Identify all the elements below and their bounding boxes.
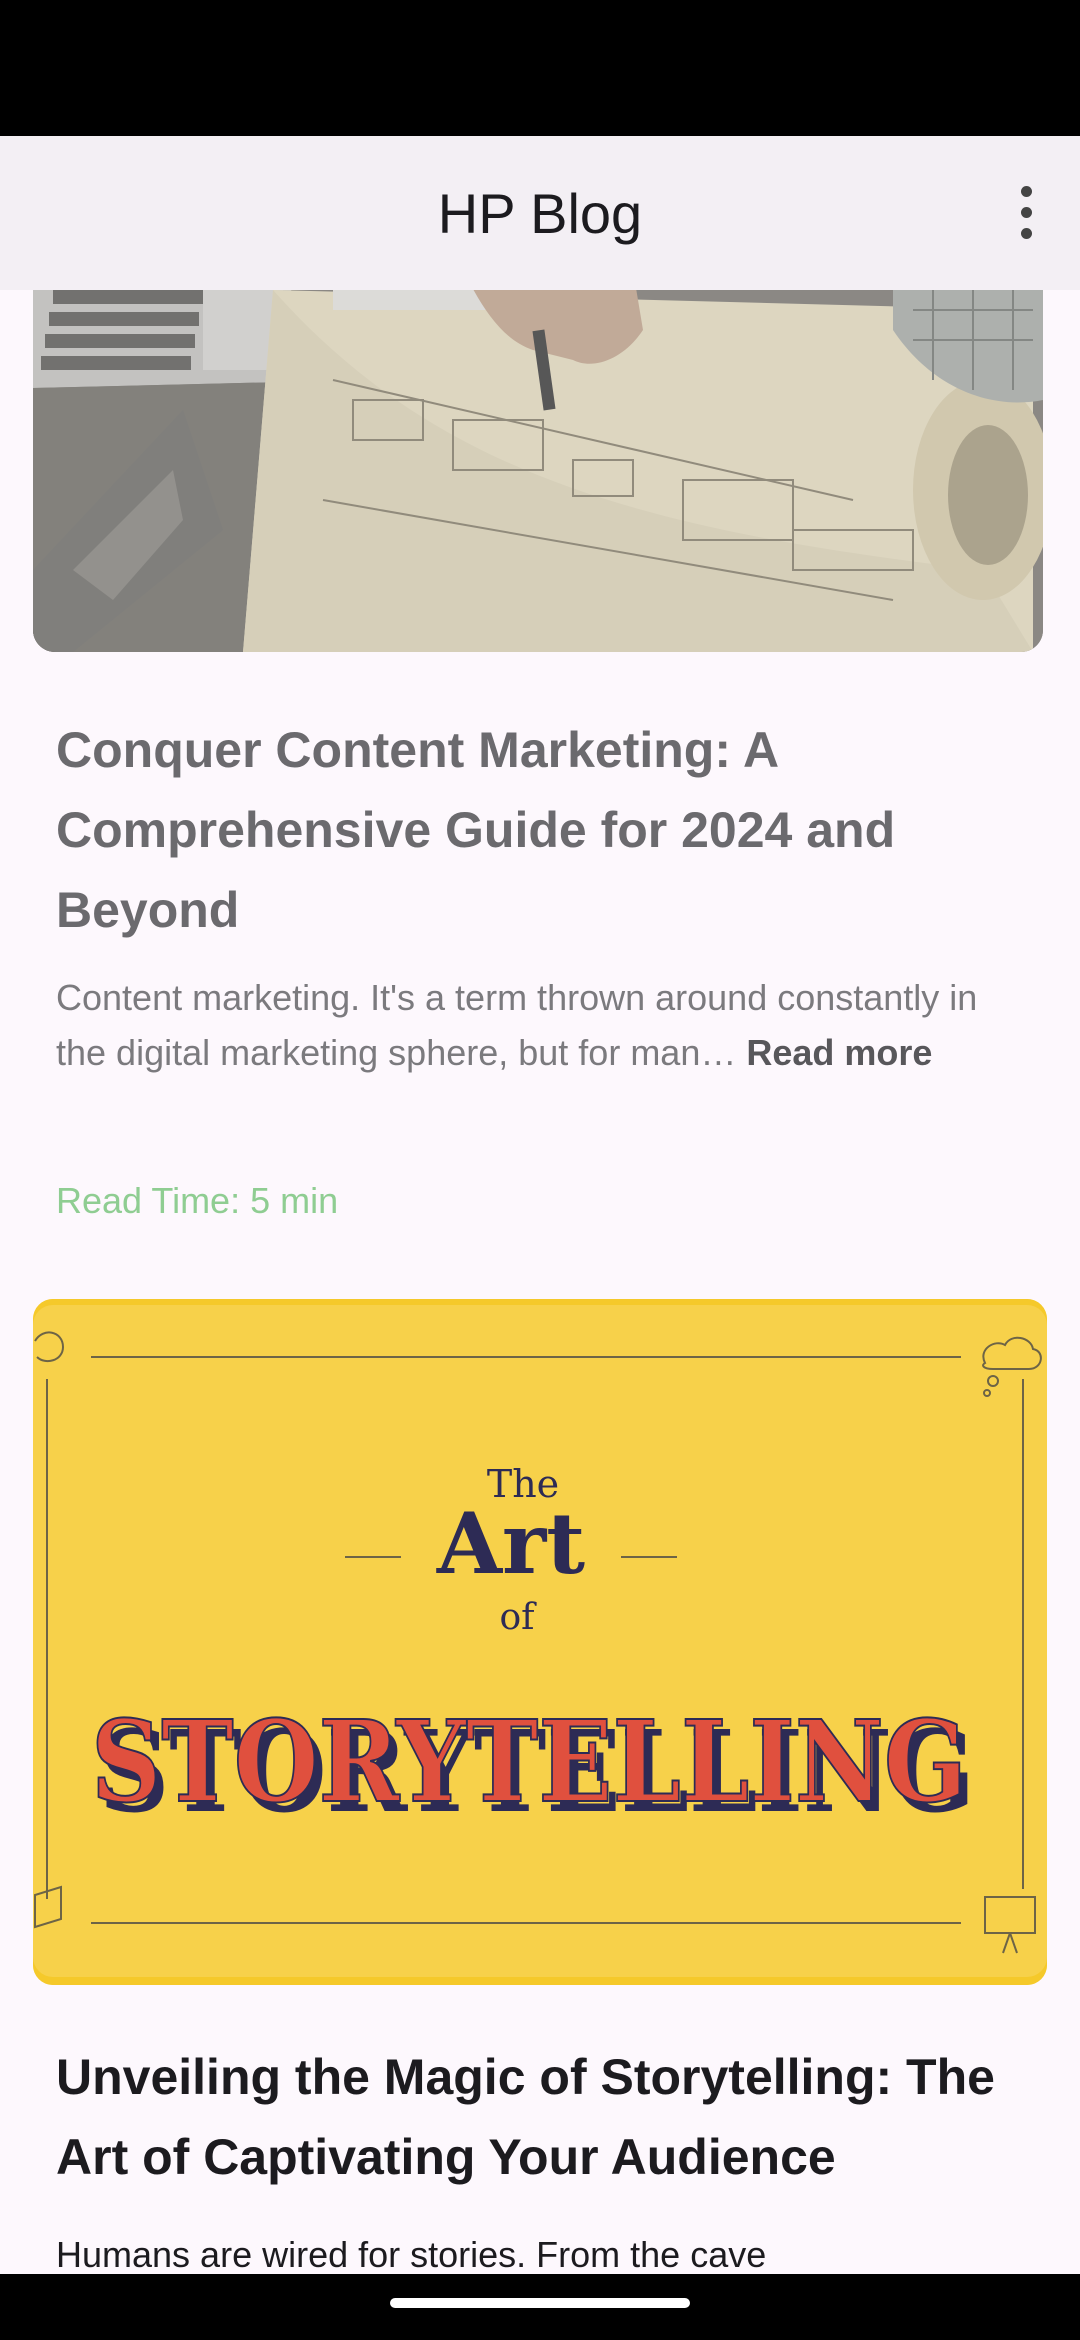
read-time: Read Time: 5 min [56, 1180, 339, 1221]
app-title: HP Blog [437, 181, 643, 245]
post-title[interactable]: Unveiling the Magic of Storytelling: The… [56, 2037, 1036, 2197]
post-image-storytelling[interactable]: The Art of STORYTELLING STORYTELLING [33, 1299, 1047, 1985]
banner-text-storytelling: STORYTELLING [91, 1697, 967, 1828]
post-excerpt: Content marketing. It's a term thrown ar… [56, 970, 1016, 1080]
post-list[interactable]: Conquer Content Marketing: A Comprehensi… [0, 290, 1080, 2274]
storytelling-banner-illustration: The Art of STORYTELLING STORYTELLING [34, 1331, 1042, 1954]
post-image-blueprint[interactable] [33, 290, 1043, 652]
post-excerpt: Humans are wired for stories. From the c… [56, 2234, 767, 2274]
blueprint-photo-illustration [33, 290, 1043, 652]
more-vertical-icon[interactable] [1016, 186, 1036, 240]
banner-text-art: Art [436, 1494, 585, 1593]
app-bar: HP Blog [0, 136, 1080, 290]
read-more-link[interactable]: Read more [746, 1032, 932, 1073]
post-title[interactable]: Conquer Content Marketing: A Comprehensi… [56, 710, 1036, 950]
banner-text-of: of [500, 1597, 538, 1638]
status-bar [0, 0, 1080, 136]
home-gesture-handle[interactable] [390, 2298, 690, 2308]
navigation-bar [0, 2274, 1080, 2340]
